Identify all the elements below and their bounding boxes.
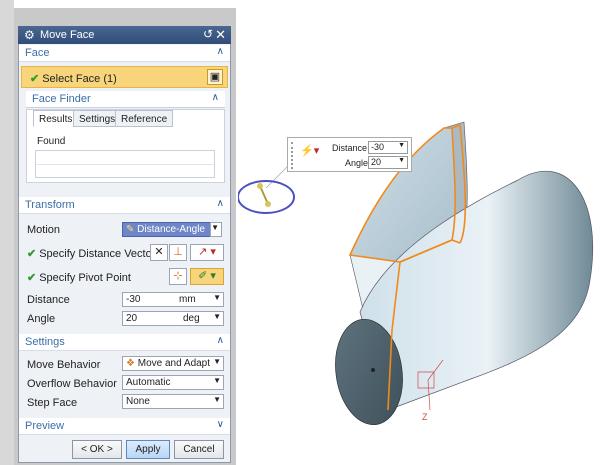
overflow-label: Overflow Behavior [27,378,117,390]
vector-axis-icon[interactable]: ⊥ [169,244,187,261]
settings-section-header[interactable]: Settings ∧ [19,334,230,351]
chevron-down-icon[interactable]: ▼ [213,312,221,321]
chevron-down-icon[interactable]: ▼ [213,293,221,302]
overflow-value: Automatic [126,377,171,388]
found-label: Found [37,136,66,147]
motion-label: Motion [27,224,61,236]
pivot-point-label: Specify Pivot Point [39,272,131,284]
settings-section-label: Settings [25,336,65,348]
cancel-button[interactable]: Cancel [174,440,224,459]
select-face-label: Select Face (1) [42,73,117,85]
motion-row: Motion ✎ Distance-Angle ▼ [19,220,230,238]
overflow-row: Overflow Behavior Automatic ▼ [19,374,230,392]
face-finder-panel: Results Settings Reference Found [26,109,225,183]
chevron-down-icon[interactable]: ▼ [398,142,405,149]
drag-handle[interactable] [291,142,294,169]
distance-value: -30 [126,294,141,305]
angle-input[interactable]: 20 deg ▼ [122,311,224,326]
face-section-label: Face [25,47,50,59]
chevron-down-icon[interactable]: ▼ [398,157,405,164]
chevron-down-icon[interactable]: ∨ [217,419,224,430]
distance-vector-row[interactable]: ✔ Specify Distance Vector ✕ ⊥ ↗ ▾ [19,243,230,261]
hud-distance-value: -30 [371,142,385,152]
tab-settings[interactable]: Settings [73,110,122,127]
overflow-dropdown[interactable]: Automatic ▼ [122,375,224,390]
distance-angle-icon: ✎ [126,224,135,235]
distance-row: Distance -30 mm ▼ [19,290,230,308]
window-left-edge [0,0,14,465]
ok-button[interactable]: < OK > [72,440,122,459]
move-behavior-row: Move Behavior ❖ Move and Adapt ▼ [19,355,230,373]
hud-angle-label: Angle [345,158,369,168]
angle-label: Angle [27,313,56,325]
distance-input[interactable]: -30 mm ▼ [122,292,224,307]
transform-section-header[interactable]: Transform ∧ [19,197,230,214]
step-face-label: Step Face [27,397,78,409]
hud-distance-input[interactable]: -30 ▼ [368,141,408,154]
check-icon: ✔ [30,73,40,85]
distance-label: Distance [27,294,70,306]
angle-value: 20 [126,313,138,324]
graphics-viewport[interactable]: Z [238,0,610,465]
chevron-up-icon[interactable]: ∧ [217,335,224,346]
face-finder-header[interactable]: Face Finder ∧ [26,91,225,108]
face-select-icon[interactable]: ▣ [207,69,223,85]
step-face-row: Step Face None ▼ [19,393,230,411]
check-icon: ✔ [27,248,37,260]
select-face-row[interactable]: ✔ Select Face (1) ▣ [21,66,228,88]
options-icon[interactable]: ⚡▾ [300,144,319,157]
found-list[interactable] [35,150,215,178]
move-behavior-label: Move Behavior [27,359,101,371]
reset-icon[interactable]: ↺ [203,27,213,41]
preview-section-label: Preview [25,420,65,432]
pivot-point-row[interactable]: ✔ Specify Pivot Point ⊹ ✐ ▾ [19,267,230,285]
point-dialog-icon[interactable]: ⊹ [169,268,187,285]
close-icon[interactable]: ✕ [215,27,226,43]
motion-dropdown-arrow[interactable]: ▼ [210,222,222,237]
step-face-value: None [126,396,150,407]
preview-section-header[interactable]: Preview ∨ [19,418,230,435]
face-section-header[interactable]: Face ∧ [19,45,230,62]
dialog-title: Move Face [40,29,95,41]
distance-unit: mm [179,294,196,305]
inferred-vector-icon[interactable]: ✕ [150,244,168,261]
tab-reference[interactable]: Reference [115,110,174,127]
distance-vector-label: Specify Distance Vector [39,248,156,260]
chevron-up-icon[interactable]: ∧ [217,46,224,57]
inferred-point-icon[interactable]: ✐ ▾ [190,268,224,285]
hud-angle-input[interactable]: 20 ▼ [368,156,408,169]
check-icon: ✔ [27,272,37,284]
move-behavior-value: Move and Adapt [137,358,211,369]
chevron-down-icon[interactable]: ▼ [213,395,221,404]
tab-results[interactable]: Results [33,110,79,127]
dialog-titlebar[interactable]: ⚙ Move Face ↺ ✕ [18,26,231,44]
vector-dialog-icon[interactable]: ↗ ▾ [190,244,224,261]
chevron-down-icon[interactable]: ▼ [213,376,221,385]
angle-unit: deg [183,313,200,324]
chevron-down-icon[interactable]: ▼ [213,357,221,366]
motion-dropdown[interactable]: ✎ Distance-Angle [122,222,219,237]
hud-angle-value: 20 [371,157,382,167]
chevron-up-icon[interactable]: ∧ [212,92,219,103]
move-behavior-dropdown[interactable]: ❖ Move and Adapt ▼ [122,356,224,371]
chevron-up-icon[interactable]: ∧ [217,198,224,209]
hud-distance-label: Distance [332,143,368,153]
apply-button[interactable]: Apply [126,440,170,459]
gear-icon: ⚙ [24,28,35,42]
motion-value: Distance-Angle [137,224,205,235]
z-axis-label: Z [422,412,428,422]
step-face-dropdown[interactable]: None ▼ [122,394,224,409]
face-finder-label: Face Finder [32,93,91,105]
move-adapt-icon: ❖ [126,358,135,369]
on-screen-input-box[interactable]: ⚡▾ Distance -30 ▼ Angle 20 ▼ [287,137,412,172]
angle-row: Angle 20 deg ▼ [19,309,230,327]
transform-section-label: Transform [25,199,75,211]
